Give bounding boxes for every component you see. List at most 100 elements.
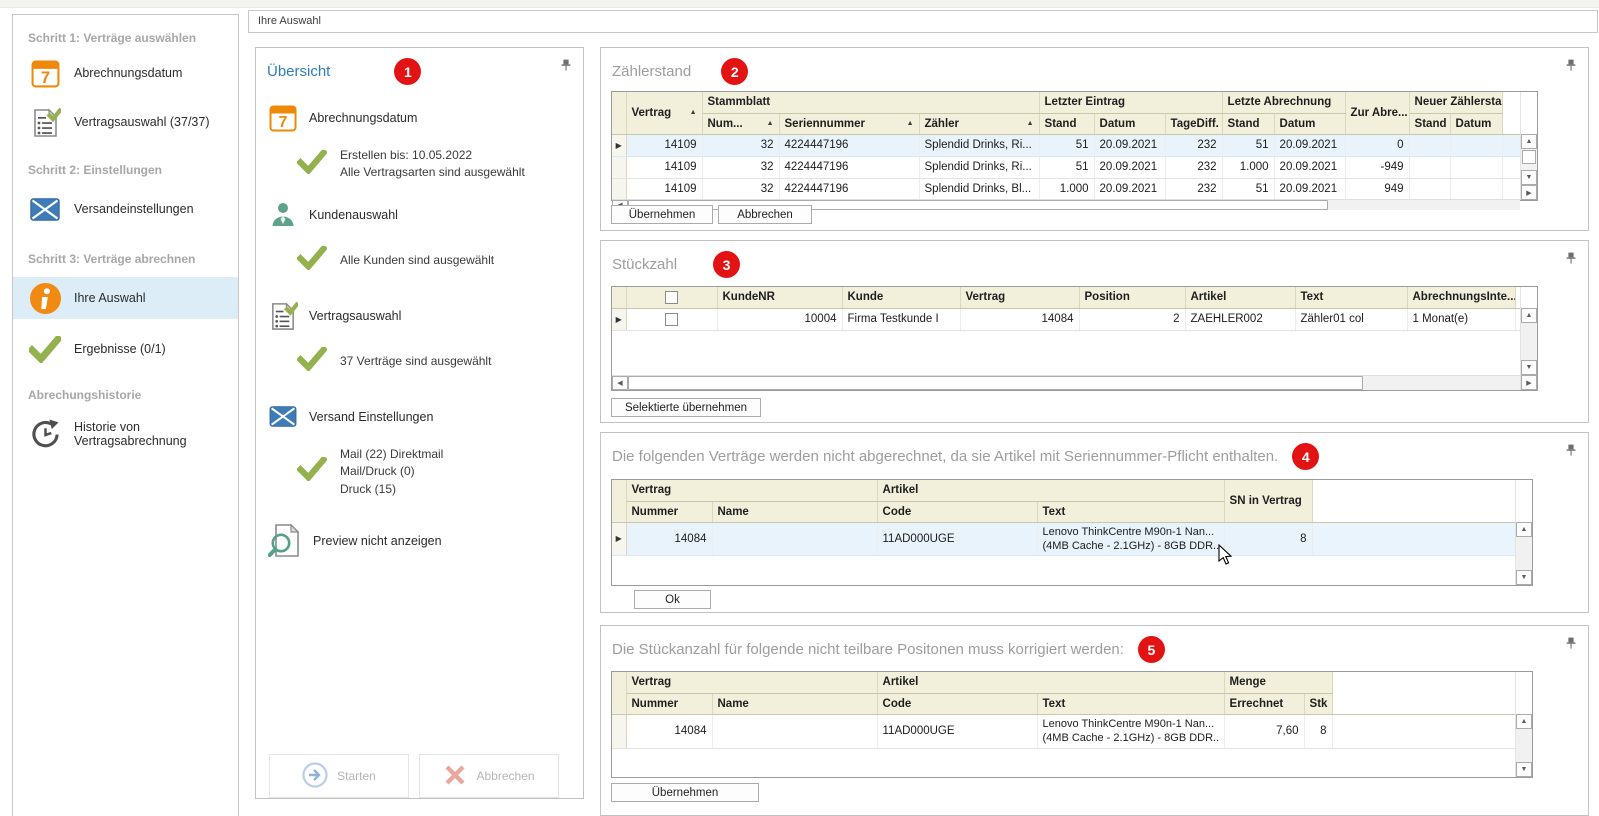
col-artikel[interactable]: Artikel [1185,287,1295,308]
cell-neu-stand[interactable] [1409,156,1450,178]
cell-zaehler[interactable]: Splendid Drinks, Ri... [919,156,1039,178]
scroll-down-button[interactable]: ▼ [1521,170,1537,185]
col-zur-abre[interactable]: Zur Abre... [1345,92,1409,134]
cell-neu-datum[interactable] [1450,134,1502,156]
row-checkbox[interactable] [665,313,678,326]
sidebar-item-ergebnisse[interactable]: Ergebnisse (0/1) [13,328,238,370]
col-kunde[interactable]: Kunde [842,287,960,308]
scrollbar-thumb[interactable] [628,376,1363,390]
ok-button[interactable]: Ok [634,590,711,609]
table-row[interactable]: ▶ 14109 32 4224447196 Splendid Drinks, R… [612,134,1520,156]
cell-zur-abre[interactable]: -949 [1345,156,1409,178]
scroll-right-button[interactable]: ▶ [1521,185,1537,200]
cell-le-stand[interactable]: 1.000 [1039,178,1094,199]
table-row[interactable]: 14084 11AD000UGE Lenovo ThinkCentre M90n… [612,714,1515,748]
pin-icon[interactable] [1565,444,1577,457]
vertical-scrollbar[interactable]: ▲ ▼ [1516,714,1532,777]
horizontal-scrollbar[interactable]: ◀ [612,375,1520,390]
col-group-letzte-abrechnung[interactable]: Letzte Abrechnung [1222,92,1345,113]
cell-tagediff[interactable]: 232 [1165,134,1222,156]
col-vertrag[interactable]: Vertrag [960,287,1079,308]
col-nummer[interactable]: Nummer [626,693,712,714]
cell-la-stand[interactable]: 51 [1222,134,1274,156]
col-code[interactable]: Code [877,501,1037,522]
scroll-up-button[interactable]: ▲ [1516,714,1532,729]
cell-neu-stand[interactable] [1409,134,1450,156]
row-indicator[interactable]: ▶ [612,134,626,156]
col-group-vertrag[interactable]: Vertrag [626,480,877,501]
cell-kunde[interactable]: Firma Testkunde I [842,308,960,330]
cell-errechnet[interactable]: 7,60 [1224,714,1304,748]
cell-la-datum[interactable]: 20.09.2021 [1274,134,1345,156]
vertical-scrollbar[interactable]: ▲ ▼ [1521,134,1537,185]
cell-stk[interactable]: 8 [1304,714,1332,748]
cell-la-datum[interactable]: 20.09.2021 [1274,178,1345,199]
sidebar-item-versandeinstellungen[interactable]: Versandeinstellungen [13,188,238,230]
col-text[interactable]: Text [1295,287,1407,308]
cell-zur-abre[interactable]: 0 [1345,134,1409,156]
col-name[interactable]: Name [712,501,877,522]
cell-tagediff[interactable]: 232 [1165,156,1222,178]
col-group-letzter-eintrag[interactable]: Letzter Eintrag [1039,92,1222,113]
col-stand[interactable]: Stand [1222,113,1274,134]
cell-artikel[interactable]: ZAEHLER002 [1185,308,1295,330]
selektierte-uebernehmen-button[interactable]: Selektierte übernehmen [611,398,761,417]
cell-tagediff[interactable]: 232 [1165,178,1222,199]
cell-text[interactable]: Zähler01 col [1295,308,1407,330]
cell-position[interactable]: 2 [1079,308,1185,330]
col-zaehler[interactable]: Zähler▲ [919,113,1039,134]
scroll-up-button[interactable]: ▲ [1521,134,1537,149]
col-text[interactable]: Text [1037,693,1224,714]
col-vertrag[interactable]: Vertrag▲ [626,92,702,134]
col-group-artikel[interactable]: Artikel [877,480,1224,501]
cell-kundenr[interactable]: 10004 [717,308,842,330]
col-nummer[interactable]: Nummer [626,501,712,522]
pin-icon[interactable] [1565,252,1577,265]
cell-le-datum[interactable]: 20.09.2021 [1094,156,1165,178]
cell-vertrag[interactable]: 14109 [626,134,702,156]
cell-num[interactable]: 32 [702,156,779,178]
cell-code[interactable]: 11AD000UGE [877,522,1037,555]
row-indicator[interactable]: ▶ [612,522,626,555]
cell-la-stand[interactable]: 1.000 [1222,156,1274,178]
col-kundenr[interactable]: KundeNR [717,287,842,308]
scroll-down-button[interactable]: ▼ [1521,360,1537,375]
col-stand[interactable]: Stand [1039,113,1094,134]
col-code[interactable]: Code [877,693,1037,714]
col-stand[interactable]: Stand [1409,113,1450,134]
starten-button[interactable]: Starten [269,754,409,798]
col-group-neuer-zaehlerstand[interactable]: Neuer Zählerstand [1409,92,1502,113]
table-row[interactable]: 14109 32 4224447196 Splendid Drinks, Ri.… [612,156,1520,178]
cell-text[interactable]: Lenovo ThinkCentre M90n-1 Nan... (4MB Ca… [1037,714,1224,748]
col-datum[interactable]: Datum [1274,113,1345,134]
cell-nummer[interactable]: 14084 [626,714,712,748]
col-sn-in-vertrag[interactable]: SN in Vertrag [1224,480,1312,522]
cell-le-stand[interactable]: 51 [1039,134,1094,156]
cell-name[interactable] [712,522,877,555]
col-tagediff[interactable]: TageDiff. [1165,113,1222,134]
cell-zur-abre[interactable]: 949 [1345,178,1409,199]
tab-ihre-auswahl[interactable]: Ihre Auswahl [248,10,1598,33]
cell-vertrag[interactable]: 14084 [960,308,1079,330]
cell-le-datum[interactable]: 20.09.2021 [1094,178,1165,199]
col-text[interactable]: Text [1037,501,1224,522]
cell-neu-datum[interactable] [1450,156,1502,178]
scroll-left-button[interactable]: ◀ [612,376,628,390]
scroll-right-button[interactable]: ▶ [1521,375,1537,390]
vertical-scrollbar[interactable]: ▲ ▼ [1521,308,1537,375]
scroll-down-button[interactable]: ▼ [1516,762,1532,777]
cell-text[interactable]: Lenovo ThinkCentre M90n-1 Nan... (4MB Ca… [1037,522,1224,555]
uebernehmen-button[interactable]: Übernehmen [611,783,759,802]
col-position[interactable]: Position [1079,287,1185,308]
uebernehmen-button[interactable]: Übernehmen [611,205,713,224]
col-datum[interactable]: Datum [1450,113,1502,134]
pin-icon[interactable] [1565,59,1577,72]
row-indicator[interactable]: ▶ [612,308,626,330]
col-datum[interactable]: Datum [1094,113,1165,134]
table-row[interactable]: ▶ 14084 11AD000UGE Lenovo ThinkCentre M9… [612,522,1515,555]
col-errechnet[interactable]: Errechnet [1224,693,1304,714]
select-all-header[interactable] [626,287,717,308]
pin-icon[interactable] [1565,637,1577,650]
col-abrechnungsintervall[interactable]: AbrechnungsInte... [1407,287,1515,308]
scroll-down-button[interactable]: ▼ [1516,570,1532,585]
